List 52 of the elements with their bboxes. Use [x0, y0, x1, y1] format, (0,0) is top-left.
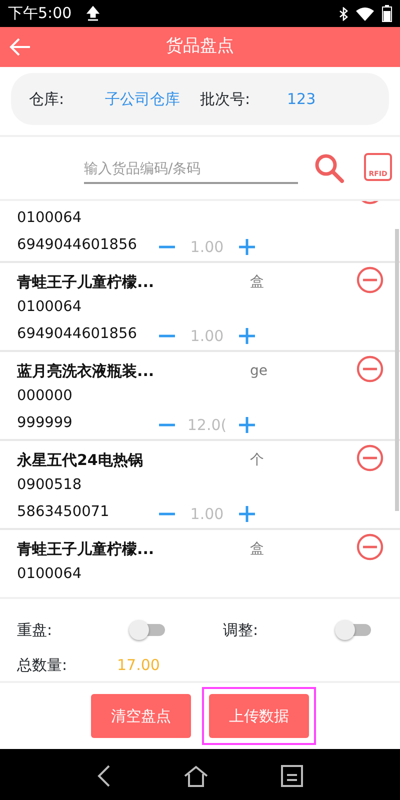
item-unit: ge: [250, 362, 268, 381]
search-field[interactable]: 输入货品编码/条码: [84, 157, 298, 184]
item-unit: 个: [250, 451, 264, 470]
item-unit: 盒: [250, 273, 264, 292]
remove-icon[interactable]: [356, 266, 384, 294]
upload-icon: [86, 6, 100, 22]
item-code: 0900518: [17, 476, 82, 495]
item-code: 0100064: [17, 209, 82, 228]
back-nav-icon[interactable]: [97, 764, 111, 786]
plus-icon[interactable]: [238, 238, 256, 256]
warehouse-value: 子公司仓库: [105, 88, 181, 110]
plus-icon[interactable]: [238, 327, 256, 346]
total-value: 17.00: [117, 654, 160, 676]
item-unit: 盒: [250, 540, 264, 559]
plus-icon[interactable]: [238, 505, 256, 524]
option-label: 调整:: [223, 620, 260, 641]
quantity-value: 1.00: [189, 504, 225, 525]
bluetooth-icon: [339, 6, 348, 20]
quantity-value: 12.0(: [186, 415, 228, 436]
item-barcode: 6949044601856: [17, 325, 137, 344]
remove-icon[interactable]: [356, 444, 384, 472]
item-barcode: 5863450071: [17, 503, 110, 522]
batch-label: 批次号:: [200, 88, 252, 110]
recents-icon[interactable]: [281, 764, 303, 786]
plus-icon[interactable]: [238, 416, 256, 434]
item-name: 蓝月亮洗衣液瓶装...: [17, 361, 154, 382]
warehouse-label: 仓库:: [29, 88, 66, 110]
wifi-icon: [356, 6, 374, 20]
remove-icon[interactable]: [356, 355, 384, 383]
item-code: 0100064: [17, 298, 82, 317]
remove-icon[interactable]: [356, 533, 384, 561]
status-time: 下午5:00: [8, 3, 72, 24]
quantity-value: 1.00: [189, 237, 225, 258]
item-barcode: 999999: [17, 414, 72, 433]
option-label: 重盘:: [17, 620, 54, 641]
toggle-switch[interactable]: [129, 620, 165, 640]
action-button[interactable]: 上传数据: [209, 694, 309, 738]
item-barcode: 6949044601856: [17, 236, 137, 255]
page-title: 货品盘点: [166, 35, 234, 58]
total-label: 总数量:: [17, 654, 68, 676]
batch-value: 123: [287, 88, 316, 110]
item-code: 000000: [17, 387, 72, 406]
toggle-switch[interactable]: [335, 620, 371, 640]
item-name: 青蛙王子儿童柠檬...: [17, 539, 154, 560]
action-button[interactable]: 清空盘点: [91, 694, 191, 738]
item-name: 永星五代24电热锅: [17, 450, 143, 471]
item-name: 青蛙王子儿童柠檬...: [17, 272, 154, 293]
quantity-value: 1.00: [189, 326, 225, 347]
search-icon[interactable]: [314, 153, 344, 183]
home-icon[interactable]: [183, 764, 209, 786]
item-code: 0100064: [17, 565, 82, 584]
battery-icon: [382, 5, 392, 22]
